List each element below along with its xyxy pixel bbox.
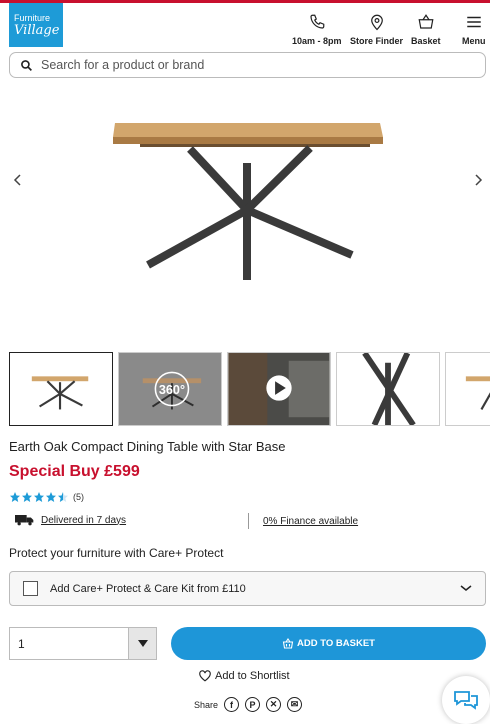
thumbnail-360-image: 360° <box>119 353 221 425</box>
review-count: (5) <box>73 492 84 502</box>
quantity-value: 1 <box>18 636 25 651</box>
search-icon <box>21 59 32 71</box>
phone-icon <box>310 14 325 29</box>
logo-line-1: Furniture <box>14 12 51 23</box>
star-full-icon <box>10 492 20 502</box>
info-divider <box>248 513 249 529</box>
delivery-info[interactable]: Delivered in 7 days <box>15 514 126 526</box>
star-full-icon <box>22 492 32 502</box>
add-to-basket-button[interactable]: ADD TO BASKET <box>171 627 486 660</box>
quantity-dropdown-toggle[interactable] <box>128 628 156 659</box>
dropdown-caret-icon <box>137 640 148 647</box>
finance-info[interactable]: 0% Finance available <box>263 516 358 527</box>
basket-icon <box>282 638 294 649</box>
thumbnail-4-image <box>362 353 416 425</box>
basket-icon <box>418 14 434 29</box>
thumbnail-video-image <box>228 353 330 425</box>
menu-button[interactable]: Menu <box>462 13 486 46</box>
shortlist-label: Add to Shortlist <box>215 669 290 682</box>
opening-hours-link[interactable]: 10am - 8pm <box>292 13 342 46</box>
main-product-image[interactable] <box>100 115 400 290</box>
thumbnail-1-image <box>31 376 89 410</box>
product-title: Earth Oak Compact Dining Table with Star… <box>9 439 286 454</box>
site-header: Furniture Village 10am - 8pm Store Finde… <box>0 3 490 49</box>
delivery-truck-icon <box>15 515 34 526</box>
care-protect-heading: Protect your furniture with Care+ Protec… <box>9 546 224 560</box>
store-finder-link[interactable]: Store Finder <box>350 13 403 46</box>
x-twitter-icon[interactable]: ✕ <box>266 697 282 712</box>
logo-line-2: Village <box>14 22 60 38</box>
heart-icon <box>199 670 211 682</box>
finance-link[interactable]: 0% Finance available <box>263 516 358 527</box>
basket-link[interactable]: Basket <box>411 13 441 46</box>
product-rating[interactable]: (5) <box>9 491 84 503</box>
chat-button[interactable] <box>442 676 490 724</box>
product-image-carousel <box>0 90 490 340</box>
thumbnail-1[interactable] <box>9 352 113 426</box>
add-to-shortlist-button[interactable]: Add to Shortlist <box>198 669 290 682</box>
delivery-link[interactable]: Delivered in 7 days <box>41 515 126 526</box>
star-full-icon <box>46 492 56 502</box>
star-full-icon <box>34 492 44 502</box>
star-half-icon <box>58 492 68 502</box>
email-icon[interactable]: ✉ <box>287 697 303 712</box>
thumbnail-4[interactable] <box>336 352 440 426</box>
hamburger-menu-icon <box>467 16 481 28</box>
thumbnail-360-view[interactable]: 360° <box>118 352 222 426</box>
chat-bubbles-icon <box>454 691 478 710</box>
carousel-prev-arrow-icon[interactable] <box>10 172 26 188</box>
furniture-village-logo[interactable]: Furniture Village <box>9 3 63 47</box>
rating-stars <box>9 491 69 503</box>
chevron-down-icon[interactable] <box>459 583 473 593</box>
menu-label: Menu <box>462 36 486 46</box>
thumbnail-5[interactable] <box>445 352 490 426</box>
share-bar: Share f P ✕ ✉ <box>194 697 303 712</box>
add-to-basket-label: ADD TO BASKET <box>297 638 375 649</box>
search-input[interactable] <box>41 58 461 72</box>
pinterest-icon[interactable]: P <box>245 697 261 712</box>
store-finder-label: Store Finder <box>350 36 404 46</box>
location-pin-icon <box>370 14 383 31</box>
search-bar[interactable] <box>9 52 486 78</box>
quantity-select[interactable]: 1 <box>9 627 157 660</box>
product-price: Special Buy £599 <box>9 463 140 480</box>
care-protect-checkbox[interactable] <box>23 581 38 596</box>
thumbnail-strip: 360° <box>9 352 490 427</box>
thumbnail-5-image <box>465 376 490 410</box>
facebook-icon[interactable]: f <box>224 697 240 712</box>
spin-360-label: 360° <box>159 383 185 397</box>
care-protect-option[interactable]: Add Care+ Protect & Care Kit from £110 <box>9 571 486 606</box>
opening-hours-label: 10am - 8pm <box>292 36 342 46</box>
carousel-next-arrow-icon[interactable] <box>470 172 486 188</box>
basket-label: Basket <box>411 36 441 46</box>
thumbnail-video[interactable] <box>227 352 331 426</box>
share-label: Share <box>194 699 219 710</box>
care-protect-label: Add Care+ Protect & Care Kit from £110 <box>50 582 246 595</box>
